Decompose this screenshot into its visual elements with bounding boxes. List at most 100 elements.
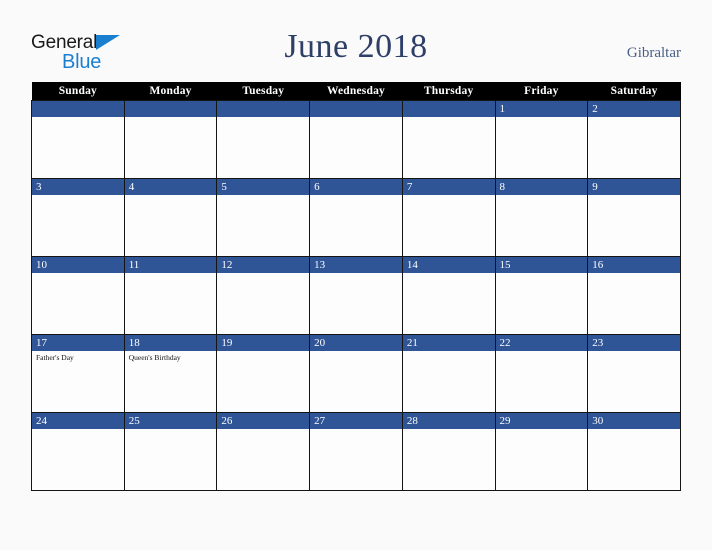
weekday-header-row: Sunday Monday Tuesday Wednesday Thursday… bbox=[31, 82, 681, 101]
day-number: 1 bbox=[495, 101, 588, 117]
calendar-week-row: 24 25 26 27 28 29 30 bbox=[31, 412, 681, 491]
day-cell-content: 28 bbox=[402, 413, 495, 490]
day-number bbox=[217, 101, 310, 117]
day-cell-content: 4 bbox=[124, 179, 217, 256]
day-cell-content: 13 bbox=[310, 257, 402, 334]
day-cell-content: 10 bbox=[32, 257, 124, 334]
day-number: 14 bbox=[402, 257, 495, 273]
calendar-week-row: 12 bbox=[31, 100, 681, 179]
calendar-week-row: 10 11 12 13 14 15 16 bbox=[31, 256, 681, 335]
calendar-day-cell[interactable] bbox=[216, 100, 311, 179]
day-cell-content: 20 bbox=[310, 335, 402, 412]
calendar-day-cell[interactable]: 25 bbox=[123, 412, 218, 491]
calendar-day-cell[interactable]: 1 bbox=[494, 100, 589, 179]
day-number bbox=[402, 101, 495, 117]
calendar-day-cell[interactable]: 4 bbox=[123, 178, 218, 257]
calendar-day-cell[interactable] bbox=[123, 100, 218, 179]
calendar-day-cell[interactable]: 23 bbox=[587, 334, 681, 413]
calendar-day-cell[interactable]: 21 bbox=[401, 334, 496, 413]
calendar-day-cell[interactable]: 11 bbox=[123, 256, 218, 335]
day-events bbox=[310, 351, 402, 353]
calendar-day-cell[interactable]: 26 bbox=[216, 412, 311, 491]
day-events bbox=[496, 429, 588, 431]
calendar-day-cell[interactable]: 13 bbox=[309, 256, 403, 335]
day-number: 3 bbox=[32, 179, 124, 195]
day-cell-content: 18 Queen's Birthday bbox=[124, 335, 217, 412]
calendar-grid: Sunday Monday Tuesday Wednesday Thursday… bbox=[31, 82, 681, 491]
calendar-day-cell[interactable]: 24 bbox=[31, 412, 125, 491]
calendar-day-cell[interactable]: 12 bbox=[216, 256, 311, 335]
calendar-day-cell[interactable]: 14 bbox=[401, 256, 496, 335]
day-events bbox=[403, 195, 495, 197]
calendar-day-cell[interactable]: 28 bbox=[401, 412, 496, 491]
day-events bbox=[125, 273, 217, 275]
calendar-day-cell[interactable]: 9 bbox=[587, 178, 681, 257]
day-cell-content: 1 bbox=[495, 101, 588, 178]
calendar-day-cell[interactable]: 18 Queen's Birthday bbox=[123, 334, 218, 413]
day-number bbox=[310, 101, 402, 117]
calendar-day-cell[interactable]: 30 bbox=[587, 412, 681, 491]
calendar-day-cell[interactable]: 16 bbox=[587, 256, 681, 335]
calendar-day-cell[interactable] bbox=[309, 100, 403, 179]
calendar-day-cell[interactable]: 29 bbox=[494, 412, 589, 491]
day-number: 13 bbox=[310, 257, 402, 273]
day-number: 4 bbox=[124, 179, 217, 195]
weekday-header-thursday: Thursday bbox=[402, 82, 496, 101]
day-events bbox=[32, 195, 124, 197]
day-number: 12 bbox=[217, 257, 310, 273]
event-label: Queen's Birthday bbox=[128, 353, 181, 362]
calendar-day-cell[interactable]: 3 bbox=[31, 178, 125, 257]
day-events bbox=[588, 351, 680, 353]
weekday-header-sunday: Sunday bbox=[31, 82, 125, 101]
day-cell-content: 30 bbox=[588, 413, 680, 490]
day-number: 10 bbox=[32, 257, 124, 273]
calendar-day-cell[interactable]: 19 bbox=[216, 334, 311, 413]
calendar-page: General Blue June 2018 Gibraltar Sunday … bbox=[0, 0, 712, 550]
page-title: June 2018 bbox=[284, 28, 428, 65]
calendar-day-cell[interactable]: 8 bbox=[494, 178, 589, 257]
day-number: 17 bbox=[32, 335, 124, 351]
day-events: Queen's Birthday bbox=[125, 351, 217, 363]
day-number: 20 bbox=[310, 335, 402, 351]
calendar-day-cell[interactable]: 10 bbox=[31, 256, 125, 335]
calendar-week-row: 17 Father's Day 18 Queen's Birthday 19 20 21 22… bbox=[31, 334, 681, 413]
calendar-day-cell[interactable]: 22 bbox=[494, 334, 589, 413]
day-events bbox=[588, 429, 680, 431]
calendar-day-cell[interactable]: 17 Father's Day bbox=[31, 334, 125, 413]
calendar-day-cell[interactable] bbox=[401, 100, 496, 179]
day-number: 18 bbox=[124, 335, 217, 351]
day-events bbox=[125, 117, 217, 119]
day-cell-content: 16 bbox=[588, 257, 680, 334]
day-number: 24 bbox=[32, 413, 124, 429]
day-cell-content: 7 bbox=[402, 179, 495, 256]
day-number: 6 bbox=[310, 179, 402, 195]
day-number: 5 bbox=[217, 179, 310, 195]
day-events bbox=[496, 351, 588, 353]
day-number: 29 bbox=[495, 413, 588, 429]
day-cell-content: 8 bbox=[495, 179, 588, 256]
calendar-day-cell[interactable]: 6 bbox=[309, 178, 403, 257]
calendar-day-cell[interactable]: 5 bbox=[216, 178, 311, 257]
calendar-day-cell[interactable] bbox=[31, 100, 125, 179]
calendar-day-cell[interactable]: 2 bbox=[587, 100, 681, 179]
day-number: 25 bbox=[124, 413, 217, 429]
calendar-day-cell[interactable]: 27 bbox=[309, 412, 403, 491]
day-cell-content: 23 bbox=[588, 335, 680, 412]
day-events bbox=[32, 117, 124, 119]
day-number: 22 bbox=[495, 335, 588, 351]
weekday-header-wednesday: Wednesday bbox=[309, 82, 403, 101]
calendar-day-cell[interactable]: 20 bbox=[309, 334, 403, 413]
day-cell-content: 29 bbox=[495, 413, 588, 490]
day-events bbox=[217, 195, 309, 197]
day-cell-content: 14 bbox=[402, 257, 495, 334]
day-cell-content bbox=[402, 101, 495, 178]
calendar-day-cell[interactable]: 15 bbox=[494, 256, 589, 335]
day-number: 8 bbox=[495, 179, 588, 195]
day-cell-content: 12 bbox=[217, 257, 310, 334]
day-events bbox=[310, 117, 402, 119]
day-events bbox=[217, 429, 309, 431]
day-events bbox=[403, 273, 495, 275]
day-cell-content: 26 bbox=[217, 413, 310, 490]
calendar-day-cell[interactable]: 7 bbox=[401, 178, 496, 257]
day-number: 2 bbox=[588, 101, 680, 117]
